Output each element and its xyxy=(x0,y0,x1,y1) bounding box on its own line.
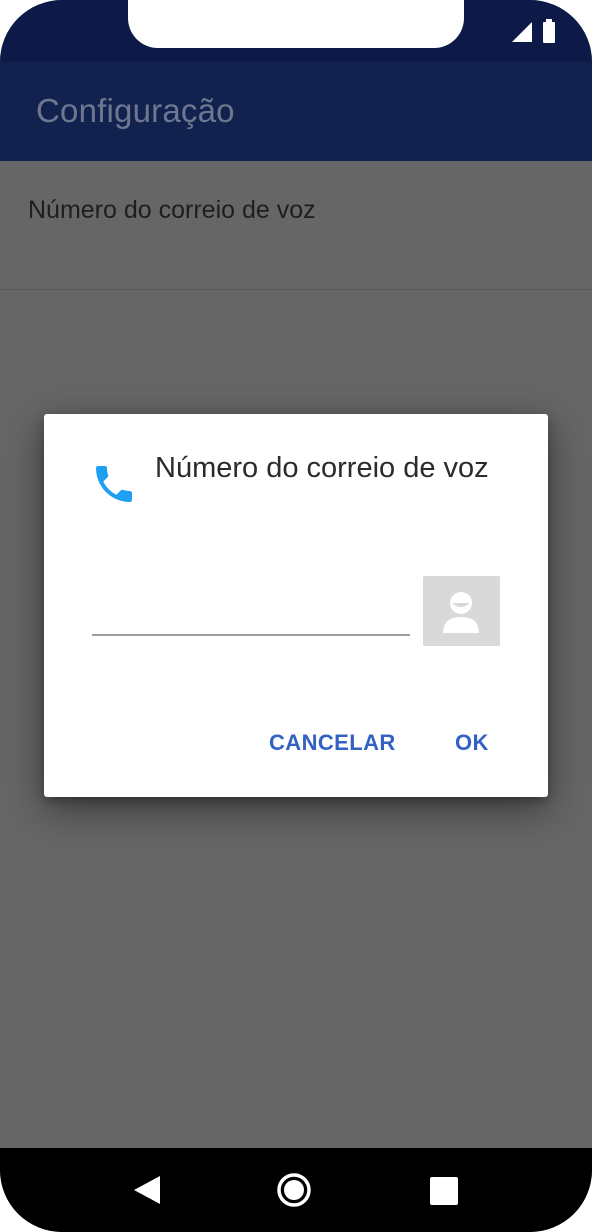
dialog-title: Número do correio de voz xyxy=(155,452,489,484)
home-icon[interactable] xyxy=(276,1172,312,1208)
app-bar: Configuração xyxy=(0,62,592,161)
page-title: Configuração xyxy=(36,92,235,129)
navigation-bar xyxy=(0,1148,592,1232)
cancel-button[interactable]: CANCELAR xyxy=(269,730,396,756)
pref-item-voicemail-number[interactable]: Número do correio de voz xyxy=(0,161,592,290)
pref-item-label: Número do correio de voz xyxy=(28,196,316,224)
back-icon[interactable] xyxy=(132,1174,162,1206)
signal-icon xyxy=(512,22,532,42)
recents-icon[interactable] xyxy=(430,1177,458,1205)
status-bar xyxy=(0,0,592,62)
contact-picker-button[interactable] xyxy=(423,576,500,646)
phone-screen: Configuração Número do correio de voz Nú… xyxy=(0,0,592,1232)
ok-button[interactable]: OK xyxy=(455,730,489,756)
phone-icon xyxy=(96,466,132,502)
voicemail-number-dialog: Número do correio de voz CANCELAR OK xyxy=(44,414,548,797)
camera-notch xyxy=(128,0,464,48)
battery-icon xyxy=(543,19,555,43)
voicemail-number-input[interactable] xyxy=(92,594,410,636)
contact-avatar-icon xyxy=(443,592,479,633)
